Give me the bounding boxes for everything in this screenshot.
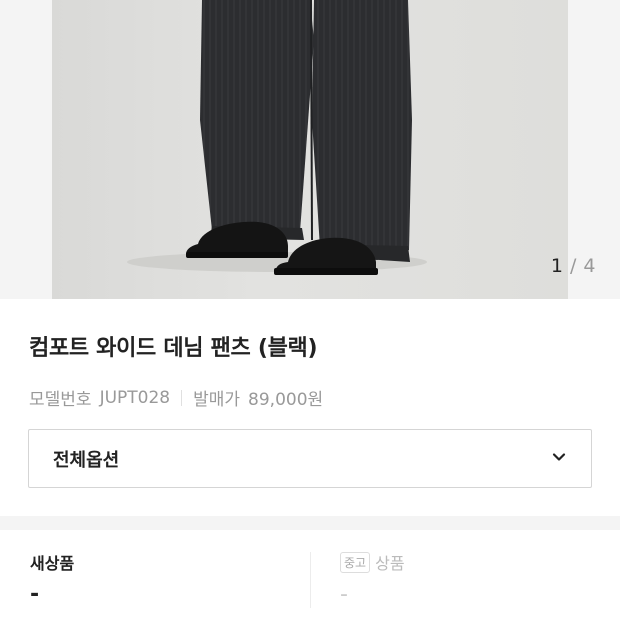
product-meta: 모델번호 JUPT028 발매가 89,000원 bbox=[29, 385, 324, 411]
pager-separator: / bbox=[569, 255, 577, 277]
model-number-value: JUPT028 bbox=[99, 387, 171, 408]
image-pager: 1 / 4 bbox=[551, 255, 596, 277]
stock-divider bbox=[310, 552, 311, 608]
pager-current: 1 bbox=[550, 255, 564, 277]
stock-summary: 새상품 - 중고 상품 - bbox=[0, 530, 620, 620]
used-item-label: 상품 bbox=[375, 554, 405, 573]
product-image-carousel[interactable]: 1 / 4 bbox=[0, 0, 620, 299]
pager-total: 4 bbox=[583, 255, 596, 277]
release-price-value: 89,000원 bbox=[248, 390, 324, 410]
option-select-label: 전체옵션 bbox=[53, 449, 120, 471]
used-item-column[interactable]: 중고 상품 - bbox=[340, 550, 405, 607]
meta-divider bbox=[181, 389, 183, 406]
section-divider bbox=[0, 516, 620, 530]
new-item-column[interactable]: 새상품 - bbox=[30, 550, 74, 607]
model-number-label: 모델번호 bbox=[29, 390, 92, 410]
new-item-label: 새상품 bbox=[30, 554, 75, 573]
release-price-label: 발매가 bbox=[193, 390, 241, 410]
product-title: 컴포트 와이드 데님 팬츠 (블랙) bbox=[29, 336, 318, 361]
chevron-down-icon bbox=[551, 449, 567, 469]
new-item-value: - bbox=[30, 582, 40, 607]
product-photo bbox=[52, 0, 568, 299]
used-item-value: - bbox=[340, 582, 348, 607]
option-select[interactable]: 전체옵션 bbox=[28, 429, 592, 488]
used-badge: 중고 bbox=[340, 551, 371, 573]
